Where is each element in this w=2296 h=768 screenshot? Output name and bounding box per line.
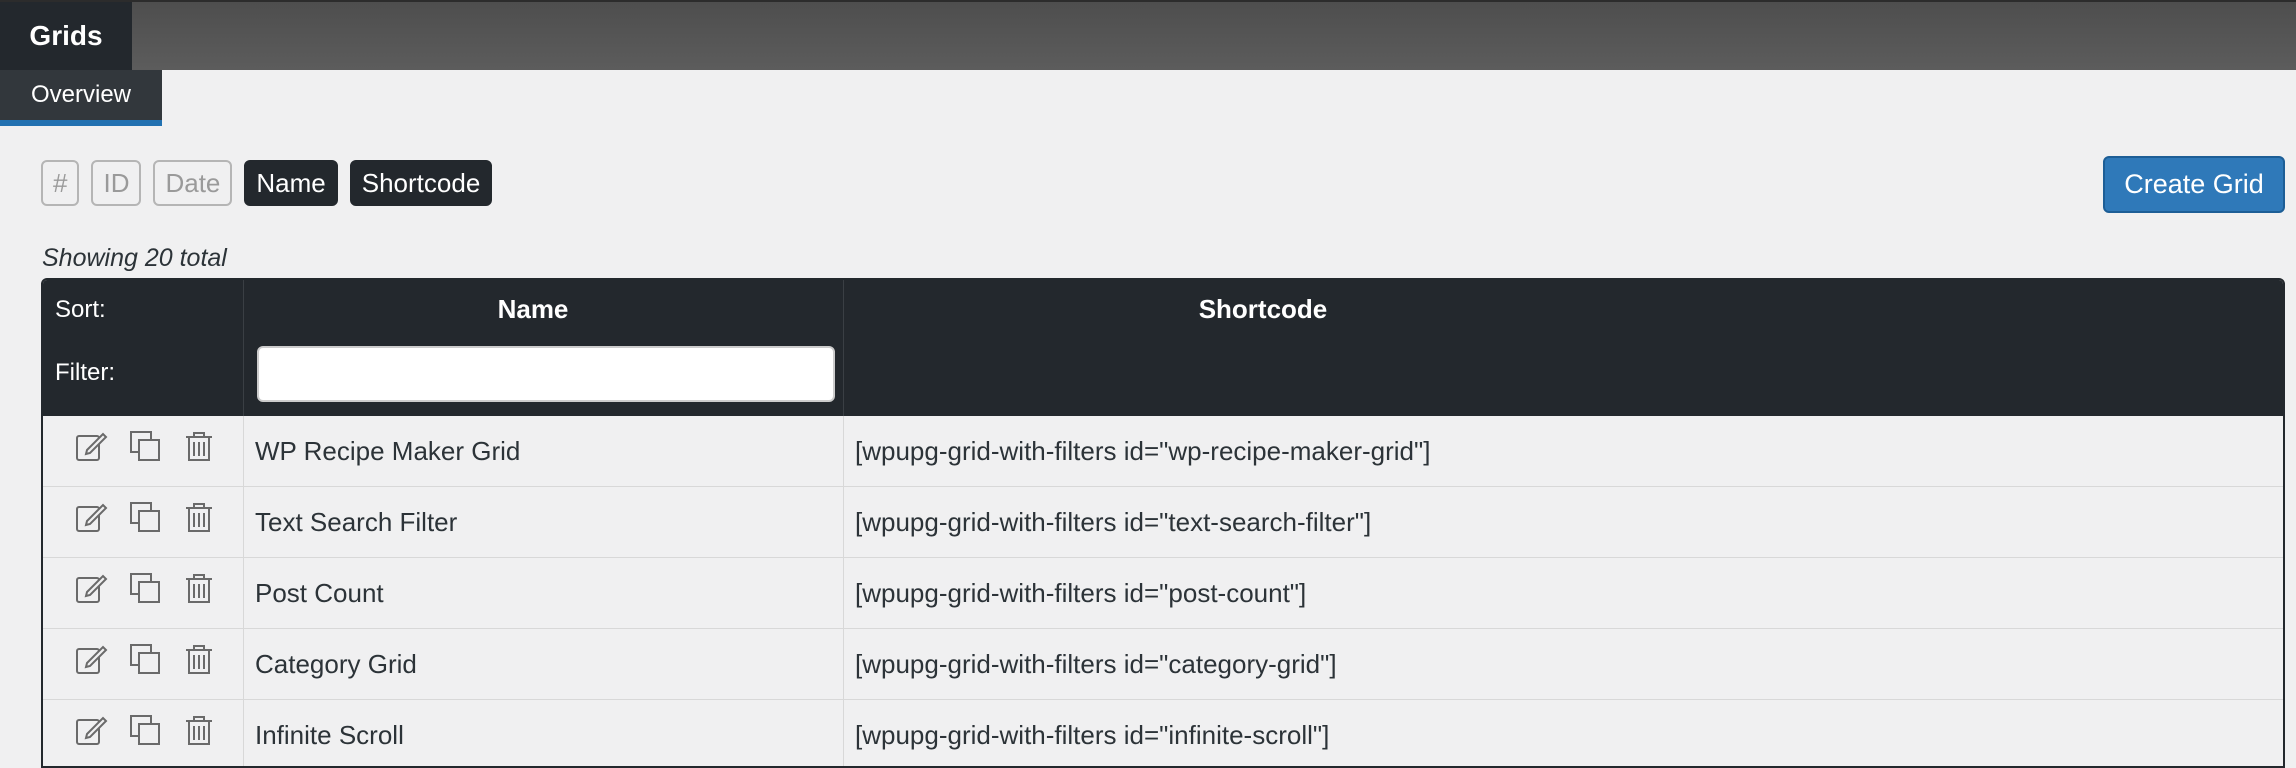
top-bar: Grids [0, 0, 2296, 70]
edit-icon[interactable] [73, 428, 109, 464]
edit-icon[interactable] [73, 499, 109, 535]
duplicate-icon[interactable] [127, 570, 163, 606]
row-actions [73, 712, 217, 748]
tab-overview[interactable]: Overview [0, 70, 162, 126]
sort-label: Sort: [55, 296, 106, 323]
trash-icon[interactable] [181, 499, 217, 535]
trash-icon[interactable] [181, 641, 217, 677]
column-divider [843, 280, 844, 416]
row-shortcode: [wpupg-grid-with-filters id="infinite-sc… [855, 720, 1330, 750]
row-shortcode: [wpupg-grid-with-filters id="text-search… [855, 507, 1372, 537]
column-header-shortcode[interactable]: Shortcode [843, 294, 1683, 325]
toggle-id[interactable]: ID [91, 160, 142, 206]
create-grid-button[interactable]: Create Grid [2103, 156, 2285, 213]
row-actions [73, 641, 217, 677]
table-row: WP Recipe Maker Grid [wpupg-grid-with-fi… [43, 416, 2283, 487]
toggle-date[interactable]: Date [153, 160, 233, 206]
table-row: Infinite Scroll [wpupg-grid-with-filters… [43, 700, 2283, 766]
table-row: Category Grid [wpupg-grid-with-filters i… [43, 629, 2283, 700]
table-row: Post Count [wpupg-grid-with-filters id="… [43, 558, 2283, 629]
row-name: Text Search Filter [255, 507, 458, 537]
table-header: Sort: Filter: Name Shortcode [43, 280, 2283, 416]
name-filter-input[interactable] [257, 346, 835, 402]
toggle-hash[interactable]: # [41, 160, 80, 206]
trash-icon[interactable] [181, 712, 217, 748]
column-toggles: # ID Date Name Shortcode [41, 160, 493, 206]
filter-label: Filter: [55, 359, 115, 386]
row-actions [73, 428, 217, 464]
toggle-name[interactable]: Name [244, 160, 338, 206]
duplicate-icon[interactable] [127, 428, 163, 464]
trash-icon[interactable] [181, 428, 217, 464]
row-actions [73, 499, 217, 535]
column-header-name[interactable]: Name [243, 294, 823, 325]
row-name: Infinite Scroll [255, 720, 404, 750]
row-actions [73, 570, 217, 606]
column-divider [243, 280, 244, 416]
table-row: Text Search Filter [wpupg-grid-with-filt… [43, 487, 2283, 558]
row-name: Post Count [255, 578, 384, 608]
grids-table: Sort: Filter: Name Shortcode WP Recipe M… [41, 278, 2285, 768]
page-title: Grids [0, 2, 132, 70]
edit-icon[interactable] [73, 641, 109, 677]
duplicate-icon[interactable] [127, 499, 163, 535]
column-divider [243, 416, 244, 766]
edit-icon[interactable] [73, 570, 109, 606]
showing-count: Showing 20 total [42, 244, 227, 272]
row-name: Category Grid [255, 649, 417, 679]
row-shortcode: [wpupg-grid-with-filters id="wp-recipe-m… [855, 436, 1431, 466]
row-name: WP Recipe Maker Grid [255, 436, 521, 466]
table-body: WP Recipe Maker Grid [wpupg-grid-with-fi… [43, 416, 2283, 766]
row-shortcode: [wpupg-grid-with-filters id="category-gr… [855, 649, 1337, 679]
row-shortcode: [wpupg-grid-with-filters id="post-count"… [855, 578, 1307, 608]
edit-icon[interactable] [73, 712, 109, 748]
column-divider [843, 416, 844, 766]
duplicate-icon[interactable] [127, 641, 163, 677]
trash-icon[interactable] [181, 570, 217, 606]
duplicate-icon[interactable] [127, 712, 163, 748]
toggle-shortcode[interactable]: Shortcode [349, 160, 493, 206]
